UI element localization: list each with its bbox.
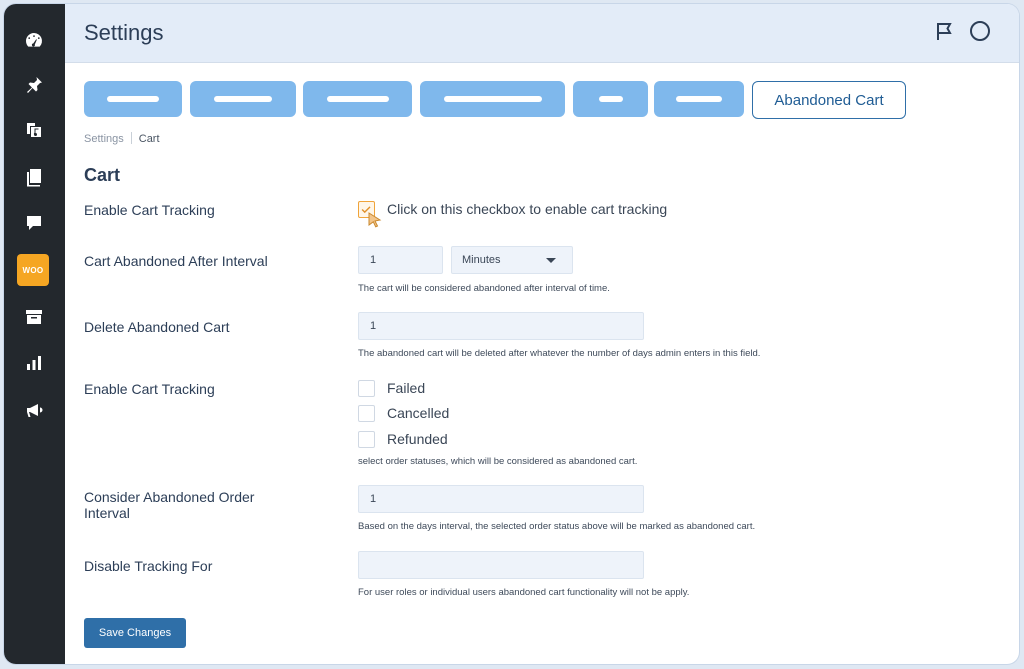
media-icon[interactable] (19, 115, 49, 145)
delete-help: The abandoned cart will be deleted after… (358, 348, 761, 359)
page-title: Settings (84, 20, 164, 45)
tab-placeholder-5[interactable] (573, 81, 648, 117)
comments-icon[interactable] (19, 208, 49, 238)
products-icon[interactable] (19, 302, 49, 332)
statuses-label: Enable Cart Tracking (84, 381, 215, 397)
flag-icon[interactable] (933, 20, 955, 47)
tab-placeholder-1[interactable] (84, 81, 182, 117)
status-cancelled-checkbox[interactable] (358, 405, 375, 422)
interval-help: The cart will be considered abandoned af… (358, 283, 610, 294)
statuses-help: select order statuses, which will be con… (358, 456, 638, 467)
breadcrumb-separator (130, 132, 132, 144)
delete-label: Delete Abandoned Cart (84, 319, 230, 335)
tab-placeholder-3[interactable] (303, 81, 412, 117)
tab-placeholder-6[interactable] (654, 81, 744, 117)
section-title: Cart (84, 165, 121, 185)
tracking-label: Enable Cart Tracking (84, 202, 215, 218)
tracking-checkbox-label[interactable]: Click on this checkbox to enable cart tr… (387, 201, 667, 217)
woo-label: WOO (19, 263, 47, 277)
sidebar: WOO (4, 4, 65, 664)
delete-days-input[interactable]: 1 (358, 312, 644, 340)
mouse-cursor-icon (368, 212, 382, 228)
breadcrumb-root[interactable]: Settings (84, 133, 124, 145)
app-window: WOO Settings Abandoned Cart Settings Car… (4, 4, 1019, 664)
pages-icon[interactable] (19, 162, 49, 192)
status-cancelled-label[interactable]: Cancelled (387, 405, 449, 421)
interval-unit-select[interactable]: Minutes (451, 246, 573, 274)
tab-abandoned-cart[interactable]: Abandoned Cart (752, 81, 906, 119)
interval-label: Cart Abandoned After Interval (84, 253, 268, 269)
marketing-icon[interactable] (19, 395, 49, 425)
disable-help: For user roles or individual users aband… (358, 587, 690, 598)
status-refunded-checkbox[interactable] (358, 431, 375, 448)
chevron-down-icon (546, 258, 556, 263)
dashboard-icon[interactable] (19, 26, 49, 56)
interval-unit-value: Minutes (462, 254, 501, 266)
pin-icon[interactable] (19, 70, 49, 100)
order-interval-label: Consider Abandoned Order Interval (84, 489, 255, 521)
disable-label: Disable Tracking For (84, 558, 213, 574)
breadcrumb-current: Cart (138, 133, 160, 145)
order-interval-input[interactable]: 1 (358, 485, 644, 513)
status-refunded-label[interactable]: Refunded (387, 431, 448, 447)
woocommerce-icon[interactable]: WOO (17, 254, 49, 286)
tab-placeholder-4[interactable] (420, 81, 565, 117)
analytics-icon[interactable] (19, 348, 49, 378)
circle-icon[interactable] (969, 20, 991, 47)
status-failed-checkbox[interactable] (358, 380, 375, 397)
page-header: Settings (65, 4, 1019, 63)
status-failed-label[interactable]: Failed (387, 380, 425, 396)
tab-placeholder-2[interactable] (190, 81, 296, 117)
order-interval-help: Based on the days interval, the selected… (358, 521, 756, 532)
breadcrumb: Settings Cart (84, 132, 160, 145)
save-changes-button[interactable]: Save Changes (84, 618, 186, 648)
interval-input[interactable]: 1 (358, 246, 443, 274)
disable-tracking-input[interactable] (358, 551, 644, 579)
